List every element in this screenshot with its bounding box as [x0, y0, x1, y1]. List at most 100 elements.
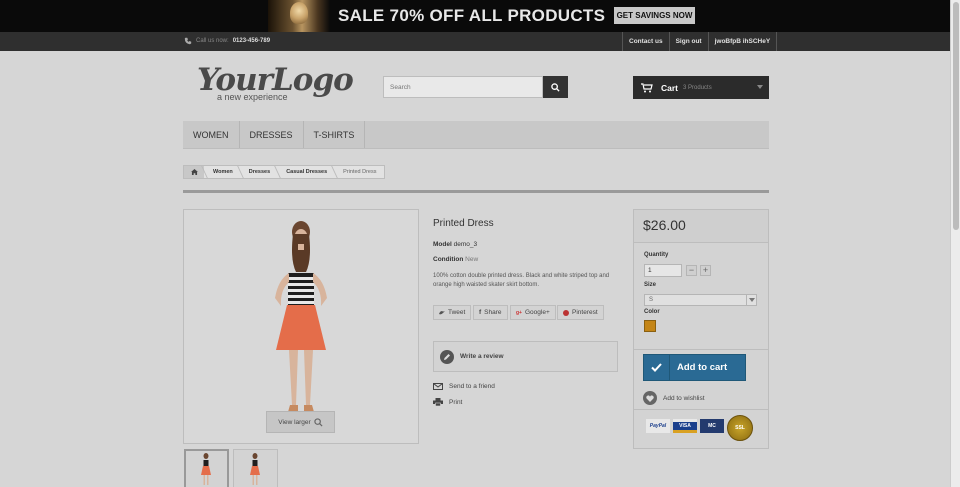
send-to-friend-label: Send to a friend: [449, 383, 495, 390]
add-to-cart-button[interactable]: Add to cart: [643, 354, 746, 381]
product-thumbnail[interactable]: [184, 449, 229, 487]
share-label: Share: [484, 309, 502, 316]
scrollbar[interactable]: [950, 0, 960, 487]
promo-banner[interactable]: SALE 70% OFF ALL PRODUCTS GET SAVINGS NO…: [0, 0, 950, 32]
breadcrumb-current: Printed Dress: [334, 166, 383, 178]
product-model: Model demo_3: [433, 241, 477, 248]
view-larger-button[interactable]: View larger: [266, 411, 335, 433]
logo-tagline: a new experience: [217, 92, 288, 102]
cart-button[interactable]: Cart 3 Products: [633, 76, 769, 99]
printer-icon: [433, 398, 443, 406]
mastercard-logo: MC: [700, 419, 724, 433]
banner-model-image: [268, 0, 330, 32]
breadcrumb-dresses[interactable]: Dresses: [240, 166, 277, 178]
print-link[interactable]: Print: [433, 398, 462, 406]
sign-out-link[interactable]: Sign out: [668, 32, 708, 51]
search-box: [383, 76, 543, 98]
phone-contact: Call us now: 0123-456-789: [184, 37, 270, 45]
model-value: demo_3: [453, 241, 478, 248]
quantity-input[interactable]: 1: [644, 264, 682, 277]
scrollbar-thumb[interactable]: [953, 2, 959, 230]
pinterest-button[interactable]: Pinterest: [557, 305, 604, 320]
zoom-icon: [314, 417, 323, 427]
twitter-icon: [439, 310, 445, 314]
envelope-icon: [433, 383, 443, 390]
pinterest-icon: [563, 309, 569, 316]
size-label: Size: [644, 282, 657, 288]
checkmark-icon: [644, 355, 670, 380]
thumbnail-figure: [201, 453, 211, 485]
condition-label: Condition: [433, 256, 464, 263]
facebook-share-button[interactable]: f Share: [473, 305, 508, 320]
price-area: $26.00: [634, 210, 768, 243]
menu-item-women[interactable]: WOMEN: [183, 121, 240, 148]
print-label: Print: [449, 398, 463, 406]
account-links: Contact us Sign out jwoBfpB ihSCHeY: [622, 32, 778, 51]
search-button[interactable]: [543, 76, 568, 98]
product-thumbnail[interactable]: [233, 449, 278, 487]
google-plus-label: Google+: [524, 309, 550, 316]
top-nav: Call us now: 0123-456-789 Contact us Sig…: [0, 32, 950, 51]
buy-box: $26.00 Quantity 1 − + Size S Color Add t…: [633, 209, 769, 449]
home-icon: [190, 169, 198, 175]
get-savings-button[interactable]: GET SAVINGS NOW: [614, 7, 695, 24]
product-condition: Condition New: [433, 256, 478, 263]
call-label: Call us now:: [196, 38, 229, 44]
cart-label: Cart: [661, 82, 679, 93]
google-plus-icon: g+: [516, 309, 522, 316]
product-price: $26.00: [643, 217, 686, 233]
menu-item-tshirts[interactable]: T-SHIRTS: [304, 121, 366, 148]
divider: [183, 190, 769, 193]
cart-count: 3 Products: [683, 84, 712, 91]
add-to-wishlist-label: Add to wishlist: [663, 394, 705, 402]
menu-item-dresses[interactable]: DRESSES: [240, 121, 304, 148]
write-review-button[interactable]: Write a review: [433, 341, 618, 372]
divider: [634, 409, 768, 410]
send-to-friend-link[interactable]: Send to a friend: [433, 383, 495, 390]
phone-number: 0123-456-789: [232, 38, 271, 44]
contact-us-link[interactable]: Contact us: [622, 32, 669, 51]
color-swatch-orange[interactable]: [644, 320, 656, 332]
ssl-seal: SSL: [727, 415, 753, 441]
tweet-button[interactable]: Tweet: [433, 305, 472, 320]
home-link[interactable]: [184, 166, 204, 178]
chevron-down-icon: [757, 85, 763, 89]
phone-icon: [184, 37, 192, 45]
pencil-icon: [440, 349, 454, 364]
search-input[interactable]: [384, 77, 542, 97]
quantity-label: Quantity: [644, 252, 669, 258]
heart-icon: [643, 391, 657, 405]
add-to-wishlist-link[interactable]: Add to wishlist: [643, 391, 705, 405]
product-image[interactable]: [183, 209, 419, 444]
size-value: S: [649, 297, 654, 303]
quantity-minus-button[interactable]: −: [686, 265, 697, 276]
search-icon: [551, 82, 560, 92]
payment-logos: PayPal VISA MC: [646, 419, 724, 433]
model-label: Model: [433, 241, 452, 248]
chevron-down-icon: [746, 295, 756, 305]
breadcrumb: Women Dresses Casual Dresses Printed Dre…: [183, 165, 385, 179]
thumbnail-figure: [250, 453, 260, 485]
banner-sale-text: SALE 70% OFF ALL PRODUCTS: [338, 6, 606, 25]
account-name-link[interactable]: jwoBfpB ihSCHeY: [707, 32, 778, 51]
facebook-icon: f: [479, 309, 482, 316]
view-larger-label: View larger: [278, 418, 311, 426]
cart-icon: [641, 82, 653, 92]
breadcrumb-women[interactable]: Women: [204, 166, 240, 178]
write-review-label: Write a review: [460, 353, 504, 360]
color-label: Color: [644, 309, 660, 315]
divider: [634, 349, 768, 350]
add-to-cart-label: Add to cart: [677, 362, 728, 373]
tweet-label: Tweet: [448, 309, 466, 316]
size-select[interactable]: S: [644, 294, 757, 306]
site-logo[interactable]: YourLogo a new experience: [195, 62, 354, 104]
quantity-plus-button[interactable]: +: [700, 265, 711, 276]
breadcrumb-casual-dresses[interactable]: Casual Dresses: [277, 166, 334, 178]
product-name: Printed Dress: [433, 218, 494, 229]
condition-value: New: [465, 256, 479, 263]
google-plus-button[interactable]: g+ Google+: [510, 305, 556, 320]
dress-model-figure: [275, 221, 327, 412]
visa-logo: VISA: [673, 419, 697, 433]
main-menu: WOMEN DRESSES T-SHIRTS: [183, 121, 769, 149]
paypal-logo: PayPal: [646, 419, 670, 433]
